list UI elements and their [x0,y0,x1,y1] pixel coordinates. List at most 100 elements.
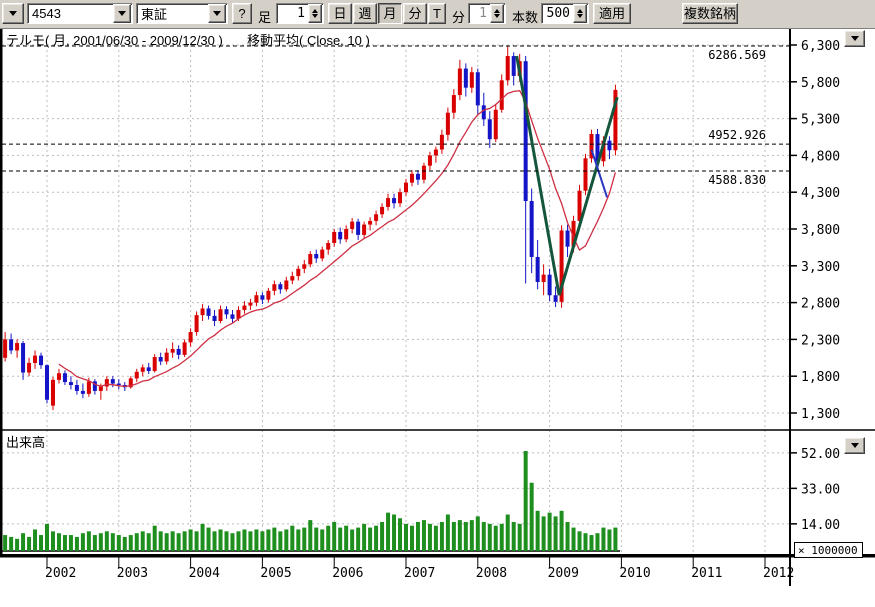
spinner-arrows-icon[interactable] [573,4,587,23]
volume-pane-label: 出来高 [6,432,45,451]
volume-bar [33,529,37,551]
interval-spinner[interactable]: 1 [276,3,324,24]
volume-unit-box: × 1000000 [794,542,863,558]
volume-bar [171,531,175,551]
price-axis-dropdown-button[interactable] [844,30,865,47]
market-dropdown-button[interactable] [208,4,226,23]
candle-body [320,250,324,259]
candle-body [69,382,73,385]
volume-bar [27,537,31,551]
chevron-down-icon [213,11,221,16]
volume-bar [440,522,444,551]
multi-symbol-button[interactable]: 複数銘柄 [682,3,738,24]
volume-bar [500,524,504,551]
volume-bar [458,520,462,551]
volume-bar [207,528,211,551]
period-weekly-button[interactable]: 週 [353,3,377,24]
interval-value: 1 [277,6,307,21]
volume-bar [356,528,360,551]
market-value: 東証 [137,4,207,23]
volume-bar [272,528,276,551]
volume-bar [607,529,611,551]
volume-bar [93,535,97,551]
spinner-arrows-icon [490,4,504,23]
bars-count-spinner[interactable]: 500 [541,3,589,24]
help-button[interactable]: ? [232,3,252,24]
year-tick-label: 2002 [45,566,76,581]
period-minute-button[interactable]: 分 [403,3,427,24]
candle-body [39,356,43,366]
candle-body [9,339,13,350]
volume-bar [21,533,25,551]
candle-body [416,174,420,180]
year-tick-label: 2003 [117,566,148,581]
candle-body [607,141,611,151]
volume-bar [566,522,570,551]
apply-button[interactable]: 適用 [593,3,631,24]
volume-bar [410,526,414,551]
volume-bar [584,533,588,551]
volume-bar [601,528,605,551]
candle-body [464,69,468,88]
volume-bar [15,539,19,551]
period-daily-button[interactable]: 日 [328,3,352,24]
price-tick-label: 2,300 [801,333,840,348]
candle-body [189,332,193,342]
level-label: 4588.830 [708,173,766,187]
volume-bar [183,531,187,551]
volume-bar [302,528,306,551]
year-tick-label: 2012 [763,566,794,581]
volume-bar [530,483,534,551]
volume-bar [595,533,599,551]
volume-bar [398,518,402,551]
year-tick-label: 2010 [619,566,650,581]
candle-body [452,95,456,113]
price-tick-label: 5,300 [801,113,840,128]
volume-bar [338,528,342,551]
chart-canvas: 6286.5694952.9264588.8306,3005,8005,3004… [0,0,875,607]
volume-bar [123,537,127,551]
candle-body [219,309,223,321]
volume-bar [512,522,516,551]
volume-bar [213,531,217,551]
volume-bar [613,528,617,551]
market-combobox[interactable]: 東証 [136,3,228,24]
volume-bar [81,533,85,551]
candle-body [87,381,91,394]
volume-axis-dropdown-button[interactable] [844,437,865,454]
candle-body [380,207,384,214]
candle-body [272,284,276,291]
candle-body [15,343,19,350]
volume-tick-label: 14.00 [801,518,840,533]
apply-label: 適用 [599,7,625,20]
volume-bar [536,511,540,551]
volume-bar [87,531,91,551]
volume-bar [284,529,288,551]
price-tick-label: 3,300 [801,260,840,275]
candle-body [524,61,528,201]
candle-body [45,365,49,400]
period-tick-button[interactable]: T [428,3,446,24]
volume-bar [225,531,229,551]
period-weekly-label: 週 [358,7,371,20]
symbol-code-combobox[interactable]: 4543 [27,3,133,24]
spinner-arrows-icon[interactable] [308,4,322,23]
symbol-code-dropdown-button[interactable] [113,4,131,23]
candle-body [422,166,426,180]
volume-bar [542,516,546,551]
chevron-down-icon [851,443,859,448]
volume-bar [9,537,13,551]
candle-body [3,339,7,357]
volume-bar [51,531,55,551]
candle-body [99,387,103,391]
volume-bar [3,535,7,551]
price-tick-label: 3,800 [801,223,840,238]
volume-bar [470,520,474,551]
period-monthly-button[interactable]: 月 [378,3,402,24]
price-tick-label: 4,800 [801,149,840,164]
candle-body [404,183,408,193]
volume-bar [248,531,252,551]
symbol-history-dropdown-button[interactable] [2,3,24,24]
year-tick-label: 2008 [476,566,507,581]
volume-bar [135,533,139,551]
